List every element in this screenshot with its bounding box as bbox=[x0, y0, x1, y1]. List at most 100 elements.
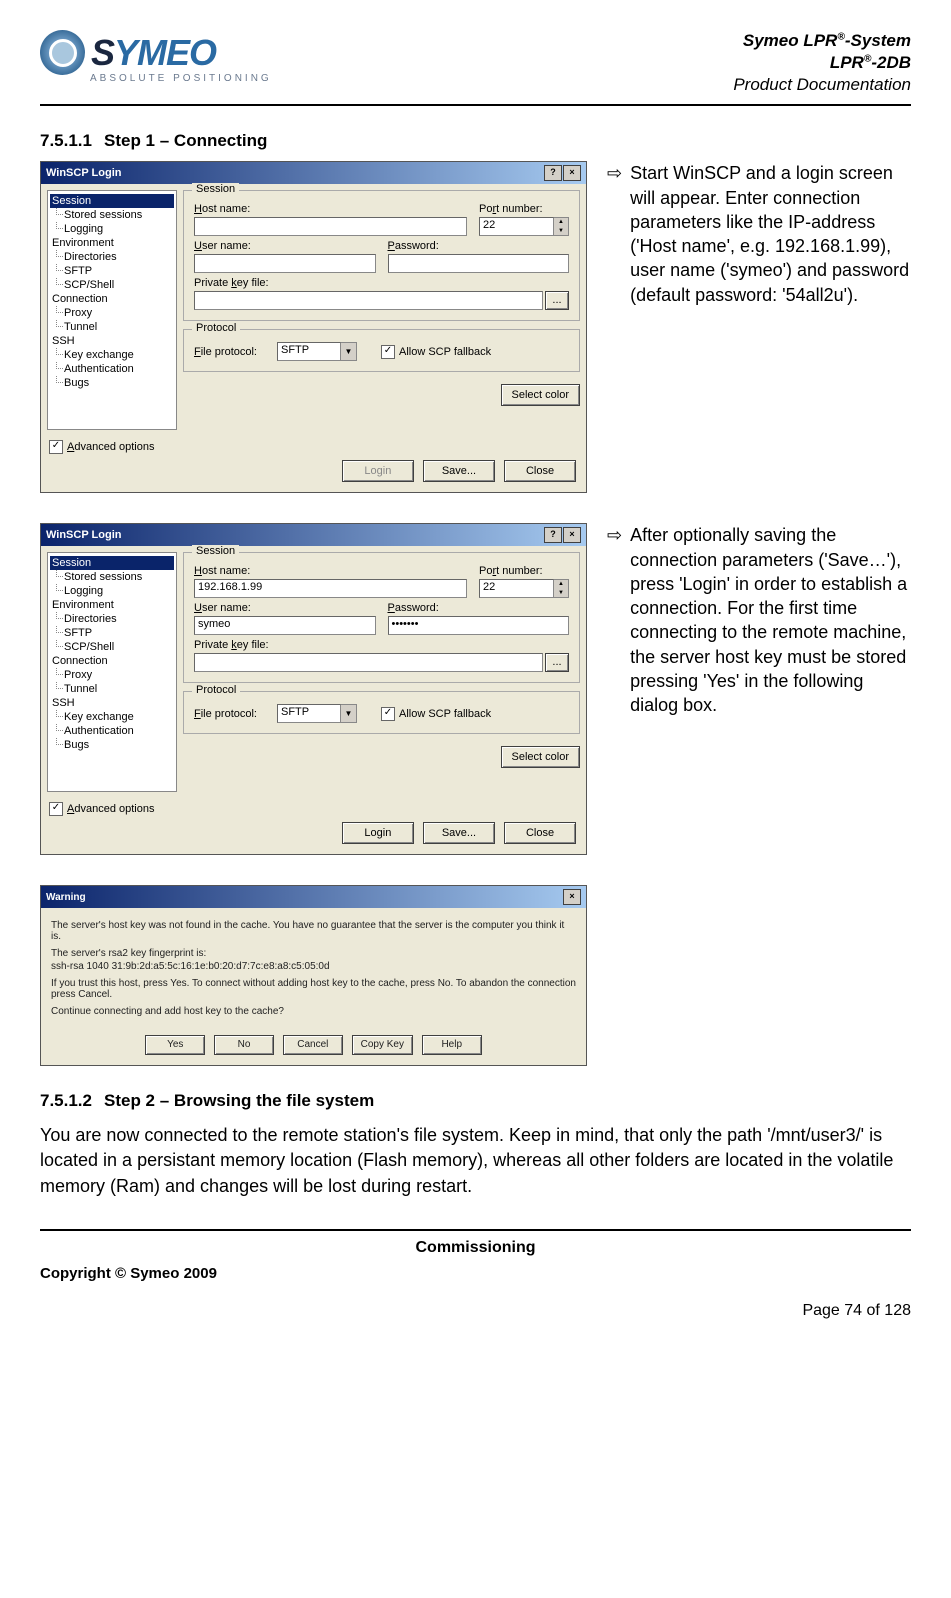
group-session: Session bbox=[192, 183, 239, 195]
tree-proxy[interactable]: Proxy bbox=[50, 306, 174, 320]
hostname-input[interactable] bbox=[194, 217, 467, 236]
file-protocol-label: File protocol: bbox=[194, 708, 257, 720]
login-button[interactable]: Login bbox=[342, 460, 414, 482]
tree-tunnel[interactable]: Tunnel bbox=[50, 320, 174, 334]
tree-connection[interactable]: Connection bbox=[50, 292, 174, 306]
logo: SYMEO ABSOLUTE POSITIONING bbox=[40, 30, 272, 84]
copy-key-button[interactable]: Copy Key bbox=[352, 1035, 413, 1055]
username-input[interactable]: symeo bbox=[194, 616, 376, 635]
tree-key-exchange[interactable]: Key exchange bbox=[50, 348, 174, 362]
allow-scp-label: Allow SCP fallback bbox=[399, 708, 491, 720]
warning-titlebar: Warning × bbox=[41, 886, 586, 908]
hostname-input[interactable]: 192.168.1.99 bbox=[194, 579, 467, 598]
allow-scp-checkbox[interactable]: ✓ bbox=[381, 707, 395, 721]
warning-text: The server's host key was not found in t… bbox=[51, 920, 576, 942]
footer-page-number: Page 74 of 128 bbox=[40, 1302, 911, 1320]
tree-sftp[interactable]: SFTP bbox=[50, 626, 174, 640]
doc-title: Symeo LPR®-System LPR®-2DB Product Docum… bbox=[733, 30, 911, 96]
help-button[interactable]: ? bbox=[544, 165, 562, 181]
page-header: SYMEO ABSOLUTE POSITIONING Symeo LPR®-Sy… bbox=[40, 30, 911, 106]
password-label: Password: bbox=[388, 240, 570, 252]
tree-proxy[interactable]: Proxy bbox=[50, 668, 174, 682]
tree-bugs[interactable]: Bugs bbox=[50, 376, 174, 390]
close-button[interactable]: Close bbox=[504, 822, 576, 844]
username-label: User name: bbox=[194, 602, 376, 614]
advanced-options-checkbox[interactable]: ✓ bbox=[49, 802, 63, 816]
keyfile-input[interactable] bbox=[194, 291, 543, 310]
tree-authentication[interactable]: Authentication bbox=[50, 724, 174, 738]
tree-stored-sessions[interactable]: Stored sessions bbox=[50, 208, 174, 222]
browse-button[interactable]: ... bbox=[545, 653, 569, 672]
protocol-select[interactable]: SFTP▼ bbox=[277, 342, 357, 361]
password-input[interactable] bbox=[388, 254, 570, 273]
help-button[interactable]: Help bbox=[422, 1035, 482, 1055]
username-input[interactable] bbox=[194, 254, 376, 273]
close-button[interactable]: Close bbox=[504, 460, 576, 482]
tree-logging[interactable]: Logging bbox=[50, 584, 174, 598]
no-button[interactable]: No bbox=[214, 1035, 274, 1055]
close-icon[interactable]: × bbox=[563, 889, 581, 905]
tree-directories[interactable]: Directories bbox=[50, 612, 174, 626]
save-button[interactable]: Save... bbox=[423, 460, 495, 482]
instruction-note-2: ⇨After optionally saving the connection … bbox=[607, 523, 911, 717]
chevron-down-icon[interactable]: ▼ bbox=[341, 342, 357, 361]
advanced-options-label: Advanced options bbox=[67, 441, 154, 453]
save-button[interactable]: Save... bbox=[423, 822, 495, 844]
instruction-note-1: ⇨Start WinSCP and a login screen will ap… bbox=[607, 161, 911, 307]
select-color-button[interactable]: Select color bbox=[501, 384, 580, 406]
tree-directories[interactable]: Directories bbox=[50, 250, 174, 264]
tree-ssh[interactable]: SSH bbox=[50, 334, 174, 348]
hostname-label: Host name: bbox=[194, 565, 467, 577]
tree-environment[interactable]: Environment bbox=[50, 236, 174, 250]
keyfile-label: Private key file: bbox=[194, 639, 569, 651]
close-icon[interactable]: × bbox=[563, 165, 581, 181]
tree-environment[interactable]: Environment bbox=[50, 598, 174, 612]
hostname-label: Host name: bbox=[194, 203, 467, 215]
protocol-select[interactable]: SFTP▼ bbox=[277, 704, 357, 723]
yes-button[interactable]: Yes bbox=[145, 1035, 205, 1055]
settings-tree[interactable]: Session Stored sessions Logging Environm… bbox=[47, 190, 177, 430]
login-button[interactable]: Login bbox=[342, 822, 414, 844]
allow-scp-checkbox[interactable]: ✓ bbox=[381, 345, 395, 359]
tree-session[interactable]: Session bbox=[50, 556, 174, 570]
tree-logging[interactable]: Logging bbox=[50, 222, 174, 236]
keyfile-input[interactable] bbox=[194, 653, 543, 672]
select-color-button[interactable]: Select color bbox=[501, 746, 580, 768]
cancel-button[interactable]: Cancel bbox=[283, 1035, 343, 1055]
port-label: Port number: bbox=[479, 565, 569, 577]
port-label: Port number: bbox=[479, 203, 569, 215]
dialog-titlebar: WinSCP Login ? × bbox=[41, 524, 586, 546]
tree-sftp[interactable]: SFTP bbox=[50, 264, 174, 278]
advanced-options-checkbox[interactable]: ✓ bbox=[49, 440, 63, 454]
password-input[interactable]: ••••••• bbox=[388, 616, 570, 635]
port-input[interactable]: 22▲▼ bbox=[479, 217, 569, 236]
tree-authentication[interactable]: Authentication bbox=[50, 362, 174, 376]
close-icon[interactable]: × bbox=[563, 527, 581, 543]
tree-scp-shell[interactable]: SCP/Shell bbox=[50, 640, 174, 654]
browse-button[interactable]: ... bbox=[545, 291, 569, 310]
settings-tree[interactable]: Session Stored sessions Logging Environm… bbox=[47, 552, 177, 792]
page-footer: Commissioning Copyright © Symeo 2009 Pag… bbox=[40, 1229, 911, 1320]
tree-tunnel[interactable]: Tunnel bbox=[50, 682, 174, 696]
footer-section: Commissioning bbox=[40, 1231, 911, 1265]
advanced-options-label: Advanced options bbox=[67, 803, 154, 815]
tree-connection[interactable]: Connection bbox=[50, 654, 174, 668]
allow-scp-label: Allow SCP fallback bbox=[399, 346, 491, 358]
section-heading-step2: 7.5.1.2Step 2 – Browsing the file system bbox=[40, 1091, 911, 1111]
body-paragraph: You are now connected to the remote stat… bbox=[40, 1123, 911, 1199]
tree-session[interactable]: Session bbox=[50, 194, 174, 208]
file-protocol-label: File protocol: bbox=[194, 346, 257, 358]
warning-text: The server's rsa2 key fingerprint is: bbox=[51, 948, 576, 959]
tree-key-exchange[interactable]: Key exchange bbox=[50, 710, 174, 724]
tree-bugs[interactable]: Bugs bbox=[50, 738, 174, 752]
port-input[interactable]: 22▲▼ bbox=[479, 579, 569, 598]
chevron-down-icon[interactable]: ▼ bbox=[341, 704, 357, 723]
tree-ssh[interactable]: SSH bbox=[50, 696, 174, 710]
group-protocol: Protocol bbox=[192, 322, 240, 334]
help-button[interactable]: ? bbox=[544, 527, 562, 543]
tree-stored-sessions[interactable]: Stored sessions bbox=[50, 570, 174, 584]
tree-scp-shell[interactable]: SCP/Shell bbox=[50, 278, 174, 292]
dialog-titlebar: WinSCP Login ? × bbox=[41, 162, 586, 184]
winscp-login-dialog-2: WinSCP Login ? × Session Stored sessions… bbox=[40, 523, 587, 855]
arrow-icon: ⇨ bbox=[607, 523, 630, 717]
